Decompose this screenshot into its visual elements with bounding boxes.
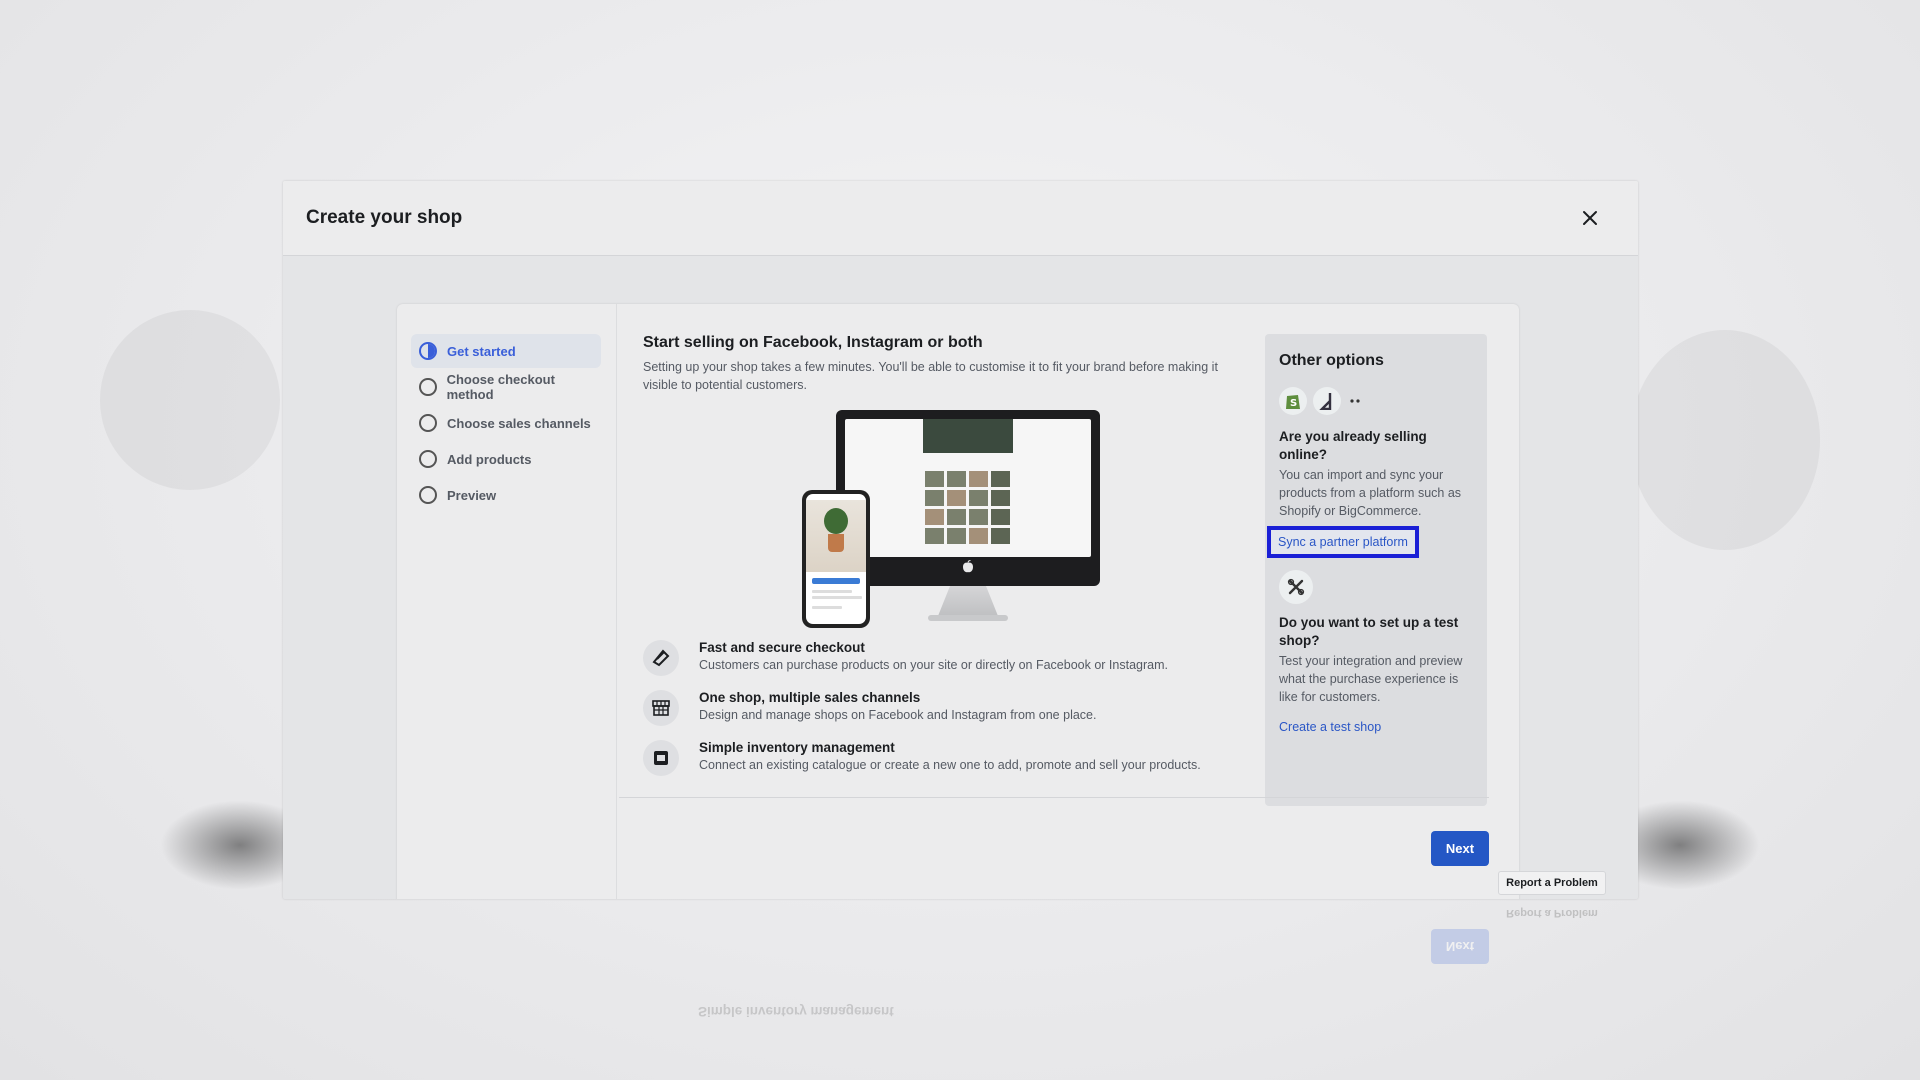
feature-description: Customers can purchase products on your … [699,658,1168,672]
step-label: Add products [447,451,532,467]
step-get-started[interactable]: Get started [411,334,601,368]
apple-logo-icon [963,560,973,573]
step-label: Choose checkout method [446,372,555,402]
reflected-feature-title: Simple inventory management [698,1004,894,1019]
steps-divider [616,304,617,899]
feature-description: Connect an existing catalogue or create … [699,758,1201,772]
create-shop-dialog: Create your shop Get started Choose chec… [283,181,1638,899]
other-options-title: Other options [1279,352,1384,369]
close-icon [1583,211,1597,225]
feature-title: Fast and secure checkout [699,640,865,655]
test-shop-question: Do you want to set up a test shop? [1279,615,1459,648]
more-icon [1347,387,1363,415]
tools-icon [1279,570,1313,604]
step-label: Get started [447,343,516,359]
step-list: Get started Choose checkout method Choos… [411,334,601,514]
dialog-header: Create your shop [283,181,1638,256]
main-heading: Start selling on Facebook, Instagram or … [643,334,983,351]
shopify-logo-icon: S [1279,387,1307,415]
content-divider [619,797,1489,798]
step-circle-icon [419,378,437,396]
shop-preview-illustration [643,410,1253,632]
desktop-monitor-image [836,410,1100,586]
main-content: Start selling on Facebook, Instagram or … [643,334,1253,782]
dialog-reflection: Report a Problem Next Simple inventory m… [283,899,1638,1080]
reflected-report-label: Report a Problem [1506,907,1598,919]
storefront-icon [643,690,679,726]
feature-title: One shop, multiple sales channels [699,690,921,705]
svg-text:S: S [1290,398,1297,409]
dialog-title: Create your shop [306,207,463,228]
feature-item: One shop, multiple sales channels Design… [643,690,1253,726]
report-problem-button[interactable]: Report a Problem [1498,871,1606,895]
next-button[interactable]: Next [1431,831,1489,866]
step-choose-sales-channels[interactable]: Choose sales channels [411,406,601,440]
sync-partner-platform-link[interactable]: Sync a partner platform [1267,526,1419,558]
step-circle-icon [419,414,437,432]
step-add-products[interactable]: Add products [411,442,601,476]
feature-list: Fast and secure checkout Customers can p… [643,632,1253,782]
close-button[interactable] [1578,206,1602,230]
setup-card: Get started Choose checkout method Choos… [397,304,1519,899]
bigcommerce-logo-icon [1313,387,1341,415]
feature-description: Design and manage shops on Facebook and … [699,708,1097,722]
step-circle-icon [419,450,437,468]
feature-title: Simple inventory management [699,740,895,755]
inventory-icon [643,740,679,776]
feature-item: Fast and secure checkout Customers can p… [643,640,1253,676]
other-options-panel: Other options S Are you already selling … [1265,334,1487,806]
mobile-phone-image [802,490,870,628]
step-label: Preview [447,487,497,503]
test-shop-description: Test your integration and preview what t… [1279,654,1463,704]
step-circle-icon [419,486,437,504]
step-preview[interactable]: Preview [411,478,601,512]
create-test-shop-link[interactable]: Create a test shop [1279,720,1381,734]
step-progress-icon [419,342,437,360]
feature-item: Simple inventory management Connect an e… [643,740,1253,776]
card-icon [643,640,679,676]
partner-description: You can import and sync your products fr… [1279,468,1462,518]
partner-logos: S [1279,384,1473,418]
reflected-next-label: Next [1431,929,1489,964]
step-label: Choose sales channels [447,415,591,431]
main-description: Setting up your shop takes a few minutes… [643,360,1218,392]
partner-question: Are you already selling online? [1279,429,1427,462]
step-choose-checkout-method[interactable]: Choose checkout method [411,370,601,404]
